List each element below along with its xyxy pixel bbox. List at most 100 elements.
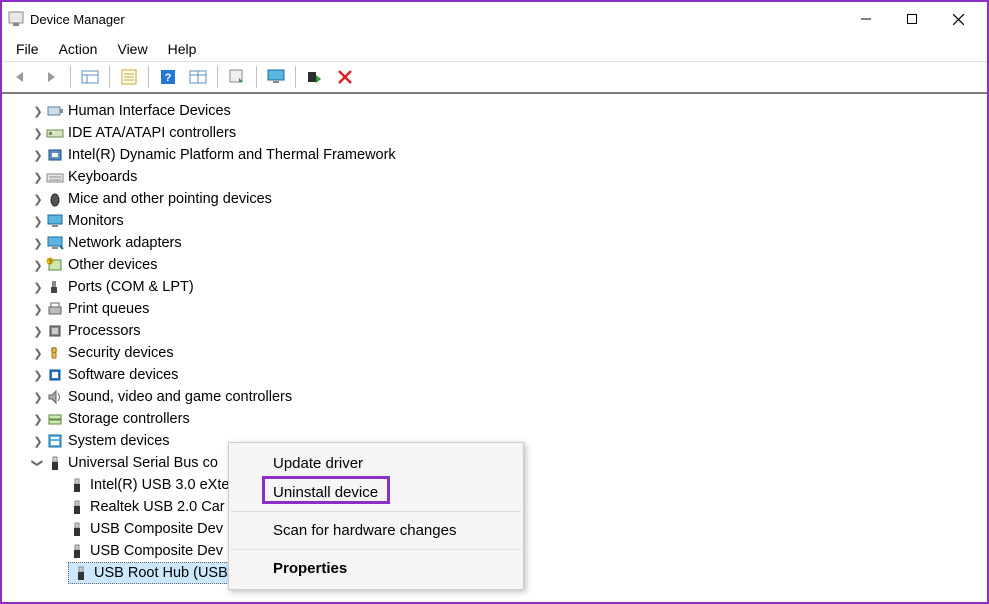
ctx-separator bbox=[231, 511, 521, 512]
usb-device-icon bbox=[68, 498, 86, 516]
category-row[interactable]: ❯Network adapters bbox=[24, 232, 987, 254]
expand-icon[interactable]: ❯ bbox=[30, 389, 46, 405]
context-menu: Update driver Uninstall device Scan for … bbox=[228, 442, 524, 590]
expand-icon[interactable]: ❯ bbox=[30, 147, 46, 163]
category-row[interactable]: ❯Ports (COM & LPT) bbox=[24, 276, 987, 298]
usb-device-icon bbox=[72, 564, 90, 582]
view-button[interactable] bbox=[184, 64, 212, 90]
update-driver-button[interactable] bbox=[223, 64, 251, 90]
expand-icon[interactable]: ❯ bbox=[30, 169, 46, 185]
expand-icon[interactable]: ❯ bbox=[30, 191, 46, 207]
uninstall-button[interactable] bbox=[331, 64, 359, 90]
category-row[interactable]: ❯Human Interface Devices bbox=[24, 100, 987, 122]
category-row[interactable]: ❯ Keyboards bbox=[24, 166, 987, 188]
category-row[interactable]: ❯ Processors bbox=[24, 320, 987, 342]
window-title: Device Manager bbox=[30, 12, 843, 27]
expand-icon[interactable]: ❯ bbox=[30, 323, 46, 339]
ctx-scan-hardware[interactable]: Scan for hardware changes bbox=[229, 516, 523, 545]
storage-icon bbox=[46, 410, 64, 428]
expand-icon[interactable]: ❯ bbox=[30, 235, 46, 251]
port-icon bbox=[46, 278, 64, 296]
expand-icon[interactable]: ❯ bbox=[30, 345, 46, 361]
category-label: Keyboards bbox=[68, 169, 137, 185]
category-row[interactable]: ❯IDE ATA/ATAPI controllers bbox=[24, 122, 987, 144]
ide-icon bbox=[46, 124, 64, 142]
usb-device-icon bbox=[68, 542, 86, 560]
device-row[interactable]: Intel(R) USB 3.0 eXte bbox=[68, 474, 987, 496]
category-label: Software devices bbox=[68, 367, 178, 383]
keyboard-icon bbox=[46, 168, 64, 186]
expand-icon[interactable]: ❯ bbox=[30, 411, 46, 427]
category-label: Other devices bbox=[68, 257, 157, 273]
usb-icon bbox=[46, 454, 64, 472]
system-icon bbox=[46, 432, 64, 450]
back-button[interactable] bbox=[7, 64, 35, 90]
device-row[interactable]: USB Root Hub (USB 3.0) bbox=[68, 562, 987, 584]
category-row[interactable]: ❯Security devices bbox=[24, 342, 987, 364]
usb-device-icon bbox=[68, 476, 86, 494]
mouse-icon bbox=[46, 190, 64, 208]
category-row[interactable]: ❯ Sound, video and game controllers bbox=[24, 386, 987, 408]
scan-hardware-button[interactable] bbox=[301, 64, 329, 90]
device-label: Intel(R) USB 3.0 eXte bbox=[90, 477, 229, 493]
maximize-button[interactable] bbox=[889, 4, 935, 34]
device-row[interactable]: USB Composite Dev bbox=[68, 540, 987, 562]
category-label: Mice and other pointing devices bbox=[68, 191, 272, 207]
network-icon bbox=[46, 234, 64, 252]
chip-icon bbox=[46, 146, 64, 164]
security-icon bbox=[46, 344, 64, 362]
app-icon bbox=[8, 11, 24, 27]
printer-icon bbox=[46, 300, 64, 318]
category-label: Storage controllers bbox=[68, 411, 190, 427]
other-icon: ? bbox=[46, 256, 64, 274]
cpu-icon bbox=[46, 322, 64, 340]
category-row[interactable]: ❯ Software devices bbox=[24, 364, 987, 386]
category-row[interactable]: ❯Print queues bbox=[24, 298, 987, 320]
device-label: Realtek USB 2.0 Car bbox=[90, 499, 225, 515]
menu-help[interactable]: Help bbox=[158, 39, 207, 59]
sound-icon bbox=[46, 388, 64, 406]
expand-icon[interactable]: ❯ bbox=[30, 433, 46, 449]
expand-icon[interactable]: ❯ bbox=[30, 213, 46, 229]
expand-icon[interactable]: ❯ bbox=[30, 103, 46, 119]
category-row[interactable]: ❯ Intel(R) Dynamic Platform and Thermal F… bbox=[24, 144, 987, 166]
device-row[interactable]: USB Composite Dev bbox=[68, 518, 987, 540]
properties-button[interactable] bbox=[115, 64, 143, 90]
device-label: USB Composite Dev bbox=[90, 521, 223, 537]
category-label: Monitors bbox=[68, 213, 124, 229]
category-row[interactable]: ❯ Monitors bbox=[24, 210, 987, 232]
monitor-icon bbox=[46, 212, 64, 230]
category-label: Sound, video and game controllers bbox=[68, 389, 292, 405]
category-label: Processors bbox=[68, 323, 141, 339]
monitor-button[interactable] bbox=[262, 64, 290, 90]
titlebar: Device Manager bbox=[2, 2, 987, 36]
ctx-uninstall-device[interactable]: Uninstall device bbox=[229, 478, 523, 507]
category-row[interactable]: ❯?Other devices bbox=[24, 254, 987, 276]
category-label: Intel(R) Dynamic Platform and Thermal Fr… bbox=[68, 147, 396, 163]
expand-icon[interactable]: ❯ bbox=[30, 279, 46, 295]
device-row[interactable]: Realtek USB 2.0 Car bbox=[68, 496, 987, 518]
help-button[interactable]: ? bbox=[154, 64, 182, 90]
expand-icon[interactable]: ❯ bbox=[30, 257, 46, 273]
svg-text:?: ? bbox=[165, 72, 172, 84]
expand-icon[interactable]: ❯ bbox=[30, 125, 46, 141]
expand-icon[interactable]: ❯ bbox=[30, 301, 46, 317]
close-button[interactable] bbox=[935, 4, 981, 34]
category-label: Universal Serial Bus co bbox=[68, 455, 218, 471]
menu-action[interactable]: Action bbox=[49, 39, 108, 59]
menu-view[interactable]: View bbox=[107, 39, 157, 59]
ctx-update-driver[interactable]: Update driver bbox=[229, 449, 523, 478]
forward-button[interactable] bbox=[37, 64, 65, 90]
category-row[interactable]: ❯ Storage controllers bbox=[24, 408, 987, 430]
menu-file[interactable]: File bbox=[6, 39, 49, 59]
expand-icon[interactable]: ❯ bbox=[30, 367, 46, 383]
category-label: System devices bbox=[68, 433, 170, 449]
show-hide-tree-button[interactable] bbox=[76, 64, 104, 90]
ctx-properties[interactable]: Properties bbox=[229, 554, 523, 583]
minimize-button[interactable] bbox=[843, 4, 889, 34]
collapse-icon[interactable]: ❯ bbox=[30, 455, 46, 471]
software-icon bbox=[46, 366, 64, 384]
usb-device-icon bbox=[68, 520, 86, 538]
category-row[interactable]: ❯ Mice and other pointing devices bbox=[24, 188, 987, 210]
menubar: File Action View Help bbox=[2, 36, 987, 62]
